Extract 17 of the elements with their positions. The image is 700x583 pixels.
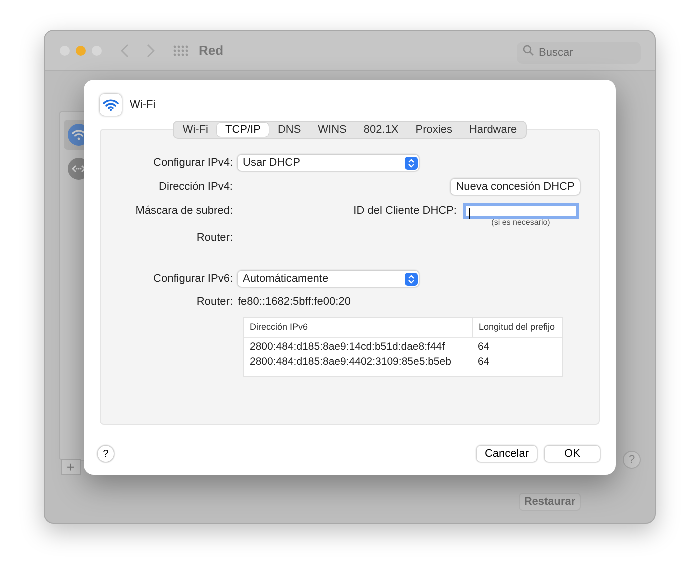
router-address: fe80::1682:5bff:fe00:20 — [238, 294, 351, 310]
table-cell-text: 64 — [477, 340, 491, 355]
field-label: Dirección IPv4: — [158, 180, 234, 195]
table-cell-text: 2800:484:d185:8ae9:4402:3109:85e5:b5eb — [249, 354, 452, 370]
hint-text: (si es necesario) — [490, 217, 552, 229]
column-header: Longitud del prefijo — [472, 318, 562, 337]
field-label: Máscara de subred: — [134, 204, 234, 219]
window-title: Red — [199, 42, 224, 60]
field-label: Router: — [196, 294, 234, 310]
sheet-title: Wi-Fi — [130, 98, 156, 113]
table-cell-text: 64 — [477, 354, 491, 370]
table-cell-text: 2800:484:d185:8ae9:14cd:b51d:dae8:f44f — [249, 340, 446, 355]
field-label: Configurar IPv6: — [152, 272, 234, 287]
field-label: ID del Cliente DHCP: — [352, 204, 458, 219]
column-header: Dirección IPv6 — [249, 320, 310, 334]
field-label: Configurar IPv4: — [152, 156, 234, 171]
field-label: Router: — [196, 230, 234, 246]
